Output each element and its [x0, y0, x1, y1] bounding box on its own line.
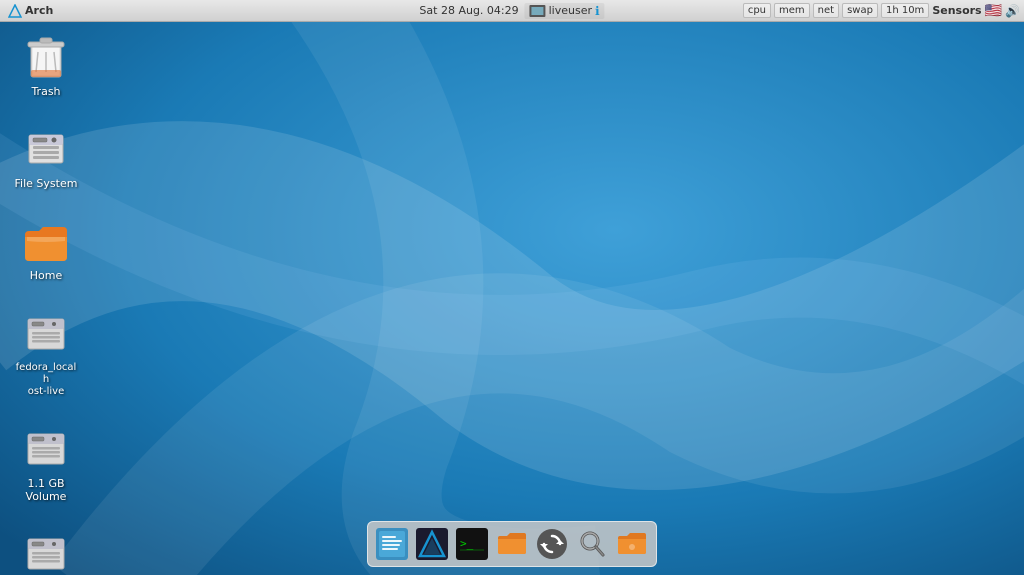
fedora-svg: [25, 313, 67, 357]
mem-stat[interactable]: mem: [774, 3, 810, 18]
trash-label: Trash: [31, 85, 60, 98]
taskbar-files[interactable]: [373, 525, 411, 563]
taskbar-terminal[interactable]: >_: [453, 525, 491, 563]
panel-datetime: Sat 28 Aug. 04:29: [419, 4, 518, 17]
vol2-svg: [25, 533, 67, 575]
vol1-icon-img: [22, 426, 70, 474]
username-label: liveuser: [549, 4, 592, 17]
swap-stat[interactable]: swap: [842, 3, 878, 18]
desktop: Arch Sat 28 Aug. 04:29 liveuser ℹ cpu me…: [0, 0, 1024, 575]
panel-right: cpu mem net swap 1h 10m Sensors 🇺🇸 🔊: [743, 3, 1020, 19]
filesystem-icon-img: [22, 126, 70, 174]
home-icon-img: [22, 218, 70, 266]
taskbar-arch[interactable]: [413, 525, 451, 563]
filesystem-icon[interactable]: File System: [10, 122, 82, 194]
svg-text:>_: >_: [460, 537, 474, 550]
volume-icon[interactable]: 🔊: [1005, 4, 1020, 18]
filesystem-svg: [25, 127, 67, 173]
search-taskbar-icon: [576, 528, 608, 560]
cpu-stat[interactable]: cpu: [743, 3, 771, 18]
taskbar-search[interactable]: [573, 525, 611, 563]
uptime-stat[interactable]: 1h 10m: [881, 3, 929, 18]
flag-icon[interactable]: 🇺🇸: [985, 3, 1002, 19]
panel-user[interactable]: liveuser ℹ: [525, 3, 605, 19]
folder1-taskbar-icon: [496, 528, 528, 560]
net-stat[interactable]: net: [813, 3, 839, 18]
panel-center: Sat 28 Aug. 04:29 liveuser ℹ: [419, 3, 604, 19]
terminal-taskbar-icon: >_: [456, 528, 488, 560]
files-taskbar-icon: [376, 528, 408, 560]
taskbar-folder1[interactable]: [493, 525, 531, 563]
taskbar-backup[interactable]: [533, 525, 571, 563]
arch-logo[interactable]: Arch: [4, 4, 57, 18]
vol2-icon[interactable]: 1.6 GBVolume: [10, 527, 82, 575]
vol2-icon-img: [22, 531, 70, 575]
vol1-label: 1.1 GBVolume: [26, 477, 67, 503]
arch-taskbar-icon: [416, 528, 448, 560]
home-svg: [23, 221, 69, 263]
vol1-svg: [25, 428, 67, 472]
trash-icon[interactable]: Trash: [10, 30, 82, 102]
vol1-icon[interactable]: 1.1 GBVolume: [10, 422, 82, 507]
arch-icon: [8, 4, 22, 18]
backup-taskbar-icon: [536, 528, 568, 560]
user-info-icon: ℹ: [595, 4, 600, 18]
filesystem-label: File System: [15, 177, 78, 190]
taskbar: >_: [367, 521, 657, 567]
fedora-icon[interactable]: fedora_localhost-live: [10, 307, 82, 402]
panel-left: Arch: [4, 4, 57, 18]
home-icon[interactable]: Home: [10, 214, 82, 286]
home-label: Home: [30, 269, 62, 282]
sensors-label[interactable]: Sensors: [932, 4, 981, 17]
fedora-label: fedora_localhost-live: [14, 362, 78, 398]
desktop-background: [0, 0, 1024, 575]
fedora-icon-img: [22, 311, 70, 359]
top-panel: Arch Sat 28 Aug. 04:29 liveuser ℹ cpu me…: [0, 0, 1024, 22]
arch-label: Arch: [25, 4, 53, 17]
trash-svg: [25, 35, 67, 81]
folder2-taskbar-icon: [616, 528, 648, 560]
desktop-icons-container: Trash File System: [10, 30, 82, 575]
taskbar-folder2[interactable]: [613, 525, 651, 563]
trash-icon-img: [22, 34, 70, 82]
monitor-icon: [530, 5, 546, 17]
